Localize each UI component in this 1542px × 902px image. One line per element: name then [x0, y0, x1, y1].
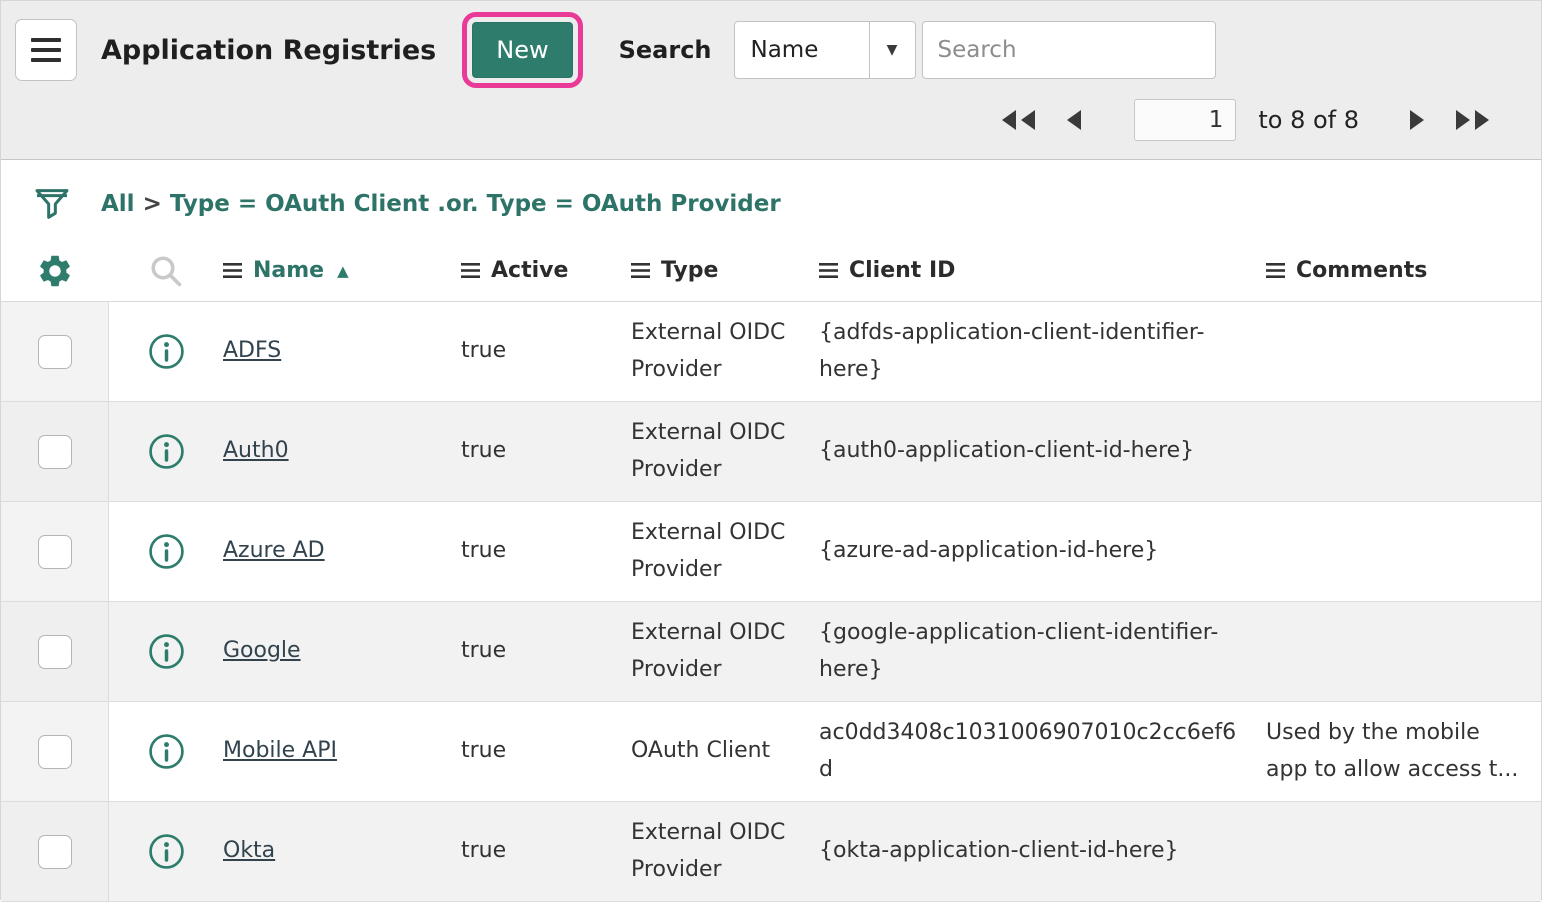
cell-client-id: {azure-ad-application-id-here} — [819, 533, 1266, 570]
record-link[interactable]: ADFS — [223, 338, 281, 363]
cell-comments: Used by the mobile app to allow access t… — [1266, 715, 1541, 789]
record-link[interactable]: Mobile API — [223, 738, 337, 763]
new-button[interactable]: New — [472, 22, 572, 78]
record-link[interactable]: Google — [223, 638, 301, 663]
column-search-icon[interactable] — [148, 253, 184, 289]
record-link[interactable]: Azure AD — [223, 538, 325, 563]
column-menu-icon — [461, 263, 480, 278]
table-row: Azure AD true External OIDC Provider {az… — [1, 502, 1541, 602]
row-checkbox[interactable] — [38, 635, 72, 669]
row-info-cell — [109, 533, 223, 570]
row-select-cell — [1, 402, 109, 501]
next-page-button[interactable] — [1405, 107, 1429, 133]
next-page-icon — [1407, 109, 1427, 131]
row-info-cell — [109, 833, 223, 870]
row-select-cell — [1, 802, 109, 901]
hamburger-icon — [31, 38, 61, 62]
list-body: ADFS true External OIDC Provider {adfds-… — [1, 302, 1541, 902]
column-menu-icon — [819, 263, 838, 278]
info-icon[interactable] — [148, 433, 185, 470]
row-info-cell — [109, 733, 223, 770]
filter-row: All > Type = OAuth Client .or. Type = OAut… — [1, 160, 1541, 240]
breadcrumb-filter-condition-link[interactable]: Type = OAuth Client .or. Type = OAuth Pr… — [170, 191, 781, 217]
cell-active: true — [461, 333, 631, 370]
list-settings-gear-icon[interactable] — [36, 252, 74, 290]
cell-type: External OIDC Provider — [631, 515, 819, 589]
pagination: to 8 of 8 — [15, 87, 1521, 153]
search-column-select[interactable]: Name ▼ — [734, 21, 916, 79]
column-header-comments[interactable]: Comments — [1266, 258, 1541, 283]
record-link[interactable]: Okta — [223, 838, 275, 863]
previous-page-button[interactable] — [1062, 107, 1086, 133]
breadcrumb: All > Type = OAuth Client .or. Type = OAut… — [101, 191, 781, 217]
first-page-icon — [998, 109, 1038, 131]
last-page-icon — [1453, 109, 1493, 131]
row-info-cell — [109, 433, 223, 470]
sort-ascending-icon: ▲ — [337, 262, 349, 280]
record-link[interactable]: Auth0 — [223, 438, 289, 463]
breadcrumb-all-link[interactable]: All — [101, 191, 135, 217]
column-menu-icon — [223, 263, 242, 278]
cell-client-id: {adfds-application-client-identifier-her… — [819, 315, 1266, 389]
table-row: Mobile API true OAuth Client ac0dd3408c1… — [1, 702, 1541, 802]
cell-type: External OIDC Provider — [631, 415, 819, 489]
search-input[interactable] — [922, 21, 1216, 79]
info-icon[interactable] — [148, 533, 185, 570]
column-header-type[interactable]: Type — [631, 258, 819, 283]
hamburger-menu-button[interactable] — [15, 19, 77, 81]
row-checkbox[interactable] — [38, 435, 72, 469]
row-checkbox[interactable] — [38, 335, 72, 369]
first-page-button[interactable] — [996, 107, 1040, 133]
row-select-cell — [1, 502, 109, 601]
cell-type: External OIDC Provider — [631, 615, 819, 689]
table-row: Google true External OIDC Provider {goog… — [1, 602, 1541, 702]
cell-active: true — [461, 633, 631, 670]
cell-active: true — [461, 533, 631, 570]
row-info-cell — [109, 333, 223, 370]
cell-active: true — [461, 433, 631, 470]
page-title: Application Registries — [101, 35, 436, 66]
page-number-input[interactable] — [1134, 99, 1236, 141]
cell-type: External OIDC Provider — [631, 815, 819, 889]
top-bar: Application Registries New Search Name ▼… — [1, 1, 1541, 160]
cell-type: OAuth Client — [631, 733, 819, 770]
row-select-cell — [1, 302, 109, 401]
cell-client-id: ac0dd3408c1031006907010c2cc6ef6d — [819, 715, 1266, 789]
cell-active: true — [461, 733, 631, 770]
search-column-selected-value: Name — [735, 37, 869, 63]
row-checkbox[interactable] — [38, 535, 72, 569]
search-label: Search — [619, 36, 712, 64]
cell-client-id: {auth0-application-client-id-here} — [819, 433, 1266, 470]
cell-type: External OIDC Provider — [631, 315, 819, 389]
column-header-name[interactable]: Name ▲ — [223, 258, 461, 283]
cell-client-id: {okta-application-client-id-here} — [819, 833, 1266, 870]
pagination-range-label: to 8 of 8 — [1258, 106, 1359, 134]
chevron-down-icon: ▼ — [869, 22, 915, 78]
info-icon[interactable] — [148, 633, 185, 670]
info-icon[interactable] — [148, 833, 185, 870]
table-row: Okta true External OIDC Provider {okta-a… — [1, 802, 1541, 902]
column-header-active[interactable]: Active — [461, 258, 631, 283]
column-menu-icon — [631, 263, 650, 278]
row-info-cell — [109, 633, 223, 670]
previous-page-icon — [1064, 109, 1084, 131]
row-select-cell — [1, 602, 109, 701]
row-select-cell — [1, 702, 109, 801]
info-icon[interactable] — [148, 333, 185, 370]
list-column-header-row: Name ▲ Active Type Client ID Comments — [1, 240, 1541, 302]
table-row: Auth0 true External OIDC Provider {auth0… — [1, 402, 1541, 502]
table-row: ADFS true External OIDC Provider {adfds-… — [1, 302, 1541, 402]
cell-active: true — [461, 833, 631, 870]
filter-funnel-icon[interactable] — [31, 184, 73, 224]
row-checkbox[interactable] — [38, 835, 72, 869]
info-icon[interactable] — [148, 733, 185, 770]
row-checkbox[interactable] — [38, 735, 72, 769]
column-header-client-id[interactable]: Client ID — [819, 258, 1266, 283]
breadcrumb-separator: > — [143, 191, 162, 217]
cell-client-id: {google-application-client-identifier-he… — [819, 615, 1266, 689]
last-page-button[interactable] — [1451, 107, 1495, 133]
column-menu-icon — [1266, 263, 1285, 278]
